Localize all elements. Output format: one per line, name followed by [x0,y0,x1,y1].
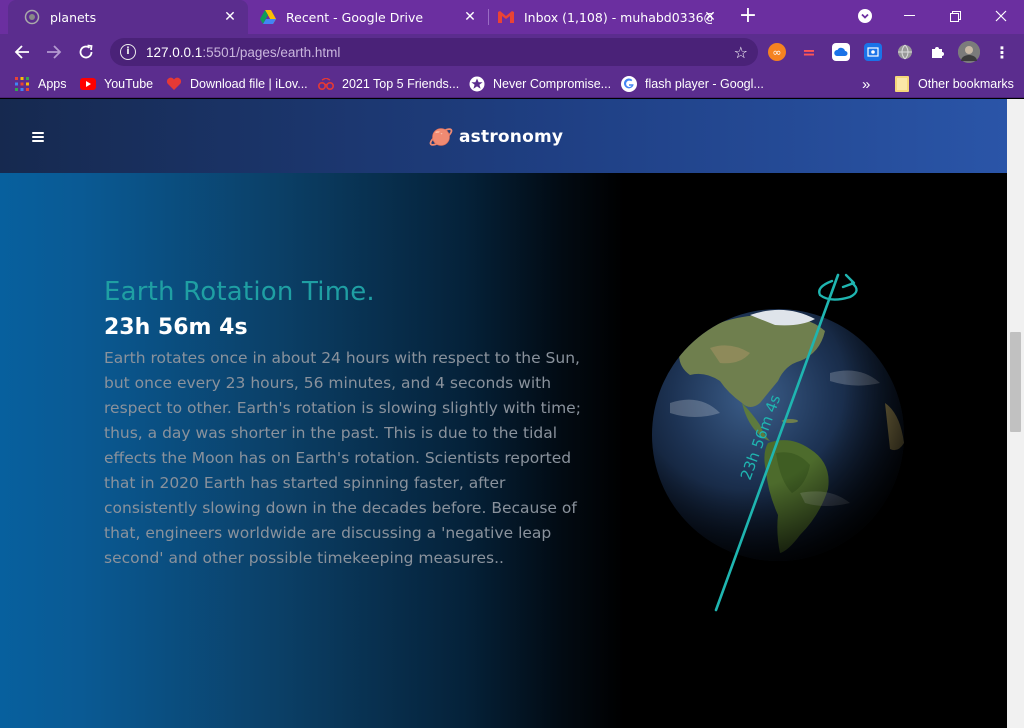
scrollbar-thumb[interactable] [1010,332,1021,432]
section-text: Earth Rotation Time. 23h 56m 4s Earth ro… [104,277,604,571]
bookmark-label: YouTube [104,77,154,91]
bookmarks-bar: Apps YouTube Download file | iLov... 202… [0,70,1024,98]
site-info-icon[interactable]: i [120,44,136,60]
reload-button[interactable] [74,40,98,64]
folder-icon [894,76,910,92]
tab-title: planets [50,9,97,25]
tab-planets[interactable]: planets ✕ [8,0,248,34]
bookmarks-overflow-button[interactable]: » [862,75,870,93]
minimize-button[interactable] [886,0,932,32]
google-icon [621,76,637,92]
bookmark-label: Never Compromise... [493,77,612,91]
tab-title: Inbox (1,108) - muhabd0336@gm [524,9,712,25]
rotation-time-value: 23h 56m 4s [104,315,248,340]
section-paragraph: Earth rotates once in about 24 hours wit… [104,349,581,567]
url-host: 127.0.0.1 [146,44,203,60]
bookmark-youtube[interactable]: YouTube [80,75,153,93]
youtube-icon [80,76,96,92]
site-brand[interactable]: astronomy [428,123,563,151]
earth-globe-image: 23h 56m 4s [652,273,904,612]
bookmark-star-icon[interactable]: ☆ [734,43,748,62]
bookmark-label: 2021 Top 5 Friends... [342,77,460,91]
site-header: astronomy [0,99,1007,173]
apps-grid-icon [14,76,30,92]
brand-name: astronomy [459,127,564,147]
gmail-icon [498,9,514,25]
other-bookmarks-folder[interactable]: Other bookmarks [894,75,1014,93]
earth-illustration: 23h 56m 4s [600,253,930,633]
heart-icon [166,76,182,92]
profile-avatar[interactable] [958,41,980,63]
cloud-extension-icon[interactable] [832,43,850,61]
tab-title: Recent - Google Drive [286,9,424,25]
bookmark-ilovepdf[interactable]: Download file | iLov... [166,75,308,93]
page-scrollbar[interactable] [1007,99,1024,728]
close-tab-icon[interactable]: ✕ [462,9,478,25]
planet-logo-icon [429,128,453,146]
earth-rotation-section: Earth Rotation Time. 23h 56m 4s Earth ro… [0,173,1007,728]
tab-search-button[interactable] [842,0,888,32]
address-bar[interactable]: i 127.0.0.1:5501/pages/earth.html ☆ [110,38,758,66]
extensions-puzzle-icon[interactable] [928,43,946,61]
browser-menu-icon[interactable]: ⋮ [994,43,1010,62]
close-tab-icon[interactable]: ✕ [702,9,718,25]
back-button[interactable] [10,40,34,64]
restore-button[interactable] [932,0,978,32]
url-text: 127.0.0.1:5501/pages/earth.html [146,45,340,60]
screen-extension-icon[interactable] [864,43,882,61]
browser-toolbar: i 127.0.0.1:5501/pages/earth.html ☆ ∞ = … [0,34,1024,70]
google-drive-icon [260,9,276,25]
bookmark-label: Apps [38,77,67,91]
section-heading: Earth Rotation Time. [104,277,375,307]
close-tab-icon[interactable]: ✕ [222,9,238,25]
bookmark-label: Other bookmarks [918,77,1014,91]
bookmark-top-friends[interactable]: 2021 Top 5 Friends... [318,75,459,93]
tab-google-drive[interactable]: Recent - Google Drive ✕ [248,0,488,34]
bookmark-label: flash player - Googl... [645,77,764,91]
bookmark-flash-player[interactable]: flash player - Googl... [621,75,764,93]
bookmark-never-compromise[interactable]: Never Compromise... [469,75,611,93]
glasses-icon [318,76,334,92]
star-badge-icon [469,76,485,92]
vpn-globe-extension-icon[interactable] [896,43,914,61]
new-tab-button[interactable]: + [736,5,760,29]
equals-extension-icon[interactable]: = [800,43,818,62]
bookmark-apps[interactable]: Apps [14,75,67,93]
infinity-extension-icon[interactable]: ∞ [768,43,786,61]
bookmark-label: Download file | iLov... [190,77,308,91]
page-viewport: astronomy Earth Rotation Time. 23h 56m 4… [0,99,1007,728]
url-path: :5501/pages/earth.html [202,44,341,60]
globe-icon [24,9,40,25]
forward-button[interactable] [42,40,66,64]
tab-gmail-inbox[interactable]: Inbox (1,108) - muhabd0336@gm ✕ [488,0,728,34]
hamburger-menu-icon[interactable] [32,132,44,142]
browser-tab-bar: planets ✕ Recent - Google Drive ✕ Inbox … [0,0,1024,34]
close-window-button[interactable] [978,0,1024,32]
